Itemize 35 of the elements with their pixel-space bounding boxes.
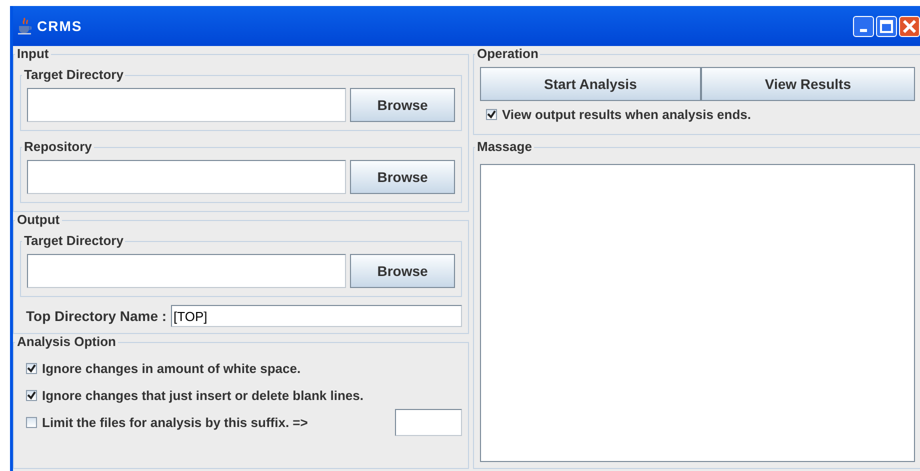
field-label: Top Directory Name : <box>26 306 167 326</box>
checkbox[interactable] <box>26 390 37 401</box>
suffix-field[interactable] <box>395 409 462 436</box>
checkbox[interactable] <box>26 417 37 428</box>
browse-button[interactable]: Browse <box>350 254 455 288</box>
action-button[interactable]: View Results <box>700 67 916 101</box>
text-field[interactable]: [TOP] <box>170 305 462 327</box>
checkbox-label: Ignore changes in amount of white space. <box>42 360 301 378</box>
checkbox-label: Limit the files for analysis by this suffix. => <box>42 414 308 432</box>
text-field[interactable] <box>27 254 346 288</box>
group-title: Operation <box>475 46 540 62</box>
text-field[interactable] <box>27 88 346 122</box>
checkbox-label: View output results when analysis ends. <box>502 106 751 124</box>
close-button[interactable] <box>899 16 920 36</box>
maximize-icon <box>880 20 893 32</box>
coffee-cup-icon <box>17 17 33 35</box>
group-title: Analysis Option <box>15 334 118 350</box>
browse-button[interactable]: Browse <box>350 160 455 194</box>
action-button[interactable]: Start Analysis <box>480 67 701 101</box>
group-title: Target Directory <box>22 67 126 83</box>
group-title: Target Directory <box>22 233 126 249</box>
text-field[interactable] <box>27 160 346 194</box>
checkbox[interactable] <box>26 363 37 374</box>
group-title: Repository <box>22 139 94 155</box>
minimize-icon <box>860 28 867 32</box>
close-icon <box>903 20 916 32</box>
group-title: Input <box>15 46 51 62</box>
group-title: Output <box>15 212 62 228</box>
minimize-button[interactable] <box>853 16 874 36</box>
browse-button[interactable]: Browse <box>350 88 455 122</box>
checkbox[interactable] <box>486 109 497 120</box>
window-title: CRMS <box>37 16 84 36</box>
checkbox-label: Ignore changes that just insert or delete blank lines. <box>42 386 364 405</box>
maximize-button[interactable] <box>876 16 897 36</box>
group-title: Massage <box>475 139 534 155</box>
